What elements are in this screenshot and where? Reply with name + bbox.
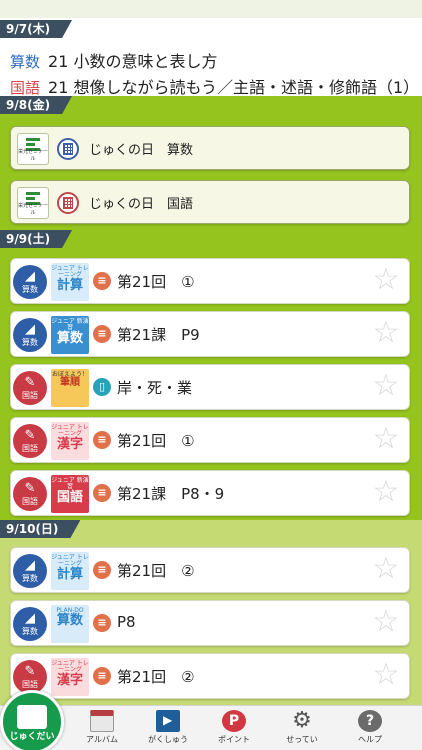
film-icon xyxy=(156,710,180,732)
lesson-title: 21 想像しながら読もう／主語・述語・修飾語（1） xyxy=(48,78,420,97)
lesson-item[interactable]: 国語 21 想像しながら読もう／主語・述語・修飾語（1） xyxy=(10,74,419,98)
math-badge-icon: ◢ 算数 xyxy=(13,318,47,352)
nav-help[interactable]: ? ヘルプ xyxy=(340,710,400,745)
list-icon: ≡ xyxy=(93,561,111,579)
point-icon: P xyxy=(222,710,246,732)
nav-label: ヘルプ xyxy=(358,735,382,744)
workbook-cover: PLAN-DO 算数 xyxy=(51,605,89,643)
help-icon: ? xyxy=(358,710,382,732)
task-label: 岸・死・業 xyxy=(117,379,193,397)
homework-card[interactable]: ◢ 算数 ジュニア 新演習 算数 ≡ 第21課 P9 ☆ xyxy=(10,311,410,357)
star-icon[interactable]: ☆ xyxy=(371,265,401,295)
nav-study[interactable]: がくしゅう xyxy=(138,710,198,745)
nav-label: せってい xyxy=(286,735,318,744)
top-strip xyxy=(0,0,422,18)
star-icon[interactable]: ☆ xyxy=(371,554,401,584)
homework-card[interactable]: ✎ 国語 ジュニア トレーニング 漢字 ≡ 第21回 ② ☆ xyxy=(10,653,410,699)
nav-label: アルバム xyxy=(86,735,118,744)
juku-day-card[interactable]: 栄光ゼミナール じゅくの日 算数 xyxy=(10,126,410,170)
list-icon: ≡ xyxy=(93,484,111,502)
calendar-red-icon xyxy=(57,192,79,214)
juku-day-card[interactable]: 栄光ゼミナール じゅくの日 国語 xyxy=(10,180,410,224)
workbook-cover: ジュニア トレーニング 漢字 xyxy=(51,422,89,460)
lesson-subject: 算数 xyxy=(10,53,41,71)
list-icon: ≡ xyxy=(93,272,111,290)
list-icon: ≡ xyxy=(93,614,111,632)
calendar-icon xyxy=(90,710,114,732)
star-icon[interactable]: ☆ xyxy=(371,660,401,690)
workbook-cover: ジュニア 新演習 算数 xyxy=(51,316,89,354)
list-icon: ≡ xyxy=(93,325,111,343)
workbook-cover: ジュニア トレーニング 計算 xyxy=(51,552,89,590)
japanese-badge-icon: ✎ 国語 xyxy=(13,371,47,405)
task-label: P8 xyxy=(117,613,136,631)
nav-point[interactable]: P ポイント xyxy=(204,710,264,745)
homework-card[interactable]: ◢ 算数 PLAN-DO 算数 ≡ P8 ☆ xyxy=(10,600,410,646)
list-icon: ≡ xyxy=(93,431,111,449)
juku-logo: 栄光ゼミナール xyxy=(17,187,49,219)
japanese-badge-icon: ✎ 国語 xyxy=(13,477,47,511)
task-label: 第21課 P9 xyxy=(117,326,200,344)
nav-album[interactable]: アルバム xyxy=(72,710,132,745)
workbook-cover: ジュニア トレーニング 漢字 xyxy=(51,658,89,696)
star-icon[interactable]: ☆ xyxy=(371,607,401,637)
math-badge-icon: ◢ 算数 xyxy=(13,265,47,299)
homework-card[interactable]: ✎ 国語 おぼえよう！ 筆順 ▯ 岸・死・業 ☆ xyxy=(10,364,410,410)
homework-card[interactable]: ◢ 算数 ジュニア トレーニング 計算 ≡ 第21回 ② ☆ xyxy=(10,547,410,593)
task-label: 第21課 P8・9 xyxy=(117,485,225,503)
date-header: 9/10(日) xyxy=(0,520,80,538)
workbook-cover: おぼえよう！ 筆順 xyxy=(51,369,89,407)
open-book-icon xyxy=(17,703,47,729)
list-icon: ≡ xyxy=(93,667,111,685)
nav-settings[interactable]: ⚙ せってい xyxy=(272,710,332,745)
date-header: 9/8(金) xyxy=(0,96,72,114)
task-label: 第21回 ① xyxy=(117,273,195,291)
lesson-list: 算数 21 小数の意味と表し方 国語 21 想像しながら読もう／主語・述語・修飾語（… xyxy=(0,38,422,98)
math-badge-icon: ◢ 算数 xyxy=(13,554,47,588)
fab-label: じゅくだい xyxy=(9,732,55,742)
star-icon[interactable]: ☆ xyxy=(371,318,401,348)
date-header: 9/9(土) xyxy=(0,230,72,248)
homework-card[interactable]: ✎ 国語 ジュニア 新演習 国語 ≡ 第21課 P8・9 ☆ xyxy=(10,470,410,516)
date-header: 9/7(木) xyxy=(0,20,72,38)
task-label: 第21回 ① xyxy=(117,432,195,450)
star-icon[interactable]: ☆ xyxy=(371,424,401,454)
nav-label: がくしゅう xyxy=(148,735,188,744)
tablet-icon: ▯ xyxy=(93,378,111,396)
workbook-cover: ジュニア トレーニング 計算 xyxy=(51,263,89,301)
lesson-subject: 国語 xyxy=(10,79,41,97)
task-label: 第21回 ② xyxy=(117,668,195,686)
calendar-blue-icon xyxy=(57,138,79,160)
homework-fab-button[interactable]: じゅくだい xyxy=(0,690,64,750)
star-icon[interactable]: ☆ xyxy=(371,371,401,401)
juku-day-label: じゅくの日 算数 xyxy=(89,143,194,158)
gear-icon: ⚙ xyxy=(292,708,312,733)
star-icon[interactable]: ☆ xyxy=(371,477,401,507)
homework-card[interactable]: ✎ 国語 ジュニア トレーニング 漢字 ≡ 第21回 ① ☆ xyxy=(10,417,410,463)
juku-day-label: じゅくの日 国語 xyxy=(89,197,194,212)
math-badge-icon: ◢ 算数 xyxy=(13,607,47,641)
lesson-title: 21 小数の意味と表し方 xyxy=(48,52,218,71)
juku-logo: 栄光ゼミナール xyxy=(17,133,49,165)
japanese-badge-icon: ✎ 国語 xyxy=(13,424,47,458)
task-label: 第21回 ② xyxy=(117,562,195,580)
japanese-badge-icon: ✎ 国語 xyxy=(13,660,47,694)
nav-label: ポイント xyxy=(218,735,250,744)
homework-card[interactable]: ◢ 算数 ジュニア トレーニング 計算 ≡ 第21回 ① ☆ xyxy=(10,258,410,304)
workbook-cover: ジュニア 新演習 国語 xyxy=(51,475,89,513)
lesson-item[interactable]: 算数 21 小数の意味と表し方 xyxy=(10,48,217,72)
